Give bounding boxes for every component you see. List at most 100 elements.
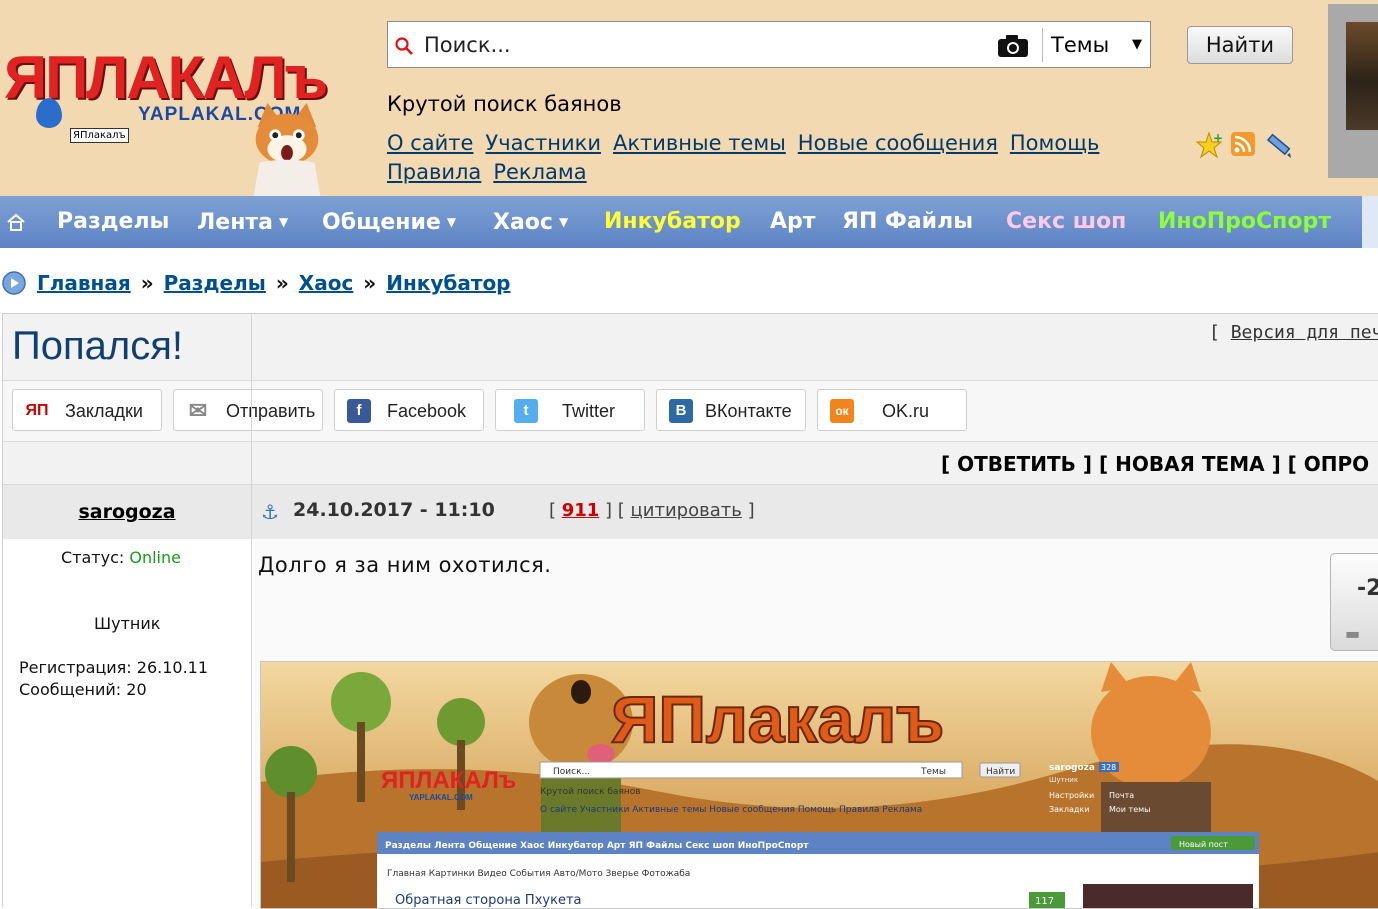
share-twitter-button[interactable]: t Twitter: [495, 389, 645, 431]
share-ok-button[interactable]: ок OK.ru: [817, 389, 967, 431]
play-circle-icon: [2, 271, 26, 295]
crumb-separator: »: [140, 271, 154, 295]
logo-drop-icon: [36, 98, 62, 128]
favorite-star-icon[interactable]: +: [1195, 131, 1224, 163]
search-scope-value: Темы: [1051, 33, 1110, 57]
share-bookmarks-button[interactable]: ЯП Закладки: [12, 389, 162, 431]
embedded-logo-site: YAPLAKAL.COM: [409, 793, 473, 802]
post-image[interactable]: ЯПлакалъ ЯПЛАКАЛъ YAPLAKAL.COM Поиск... …: [260, 661, 1378, 909]
share-bar: ЯП Закладки ✉ Отправить f Facebook t Twi…: [3, 380, 1378, 442]
header-icons: +: [1195, 131, 1296, 163]
crumb-separator: »: [363, 271, 377, 295]
embedded-badge: 117: [1035, 896, 1054, 907]
embedded-tagline: Крутой поиск баянов: [540, 787, 641, 797]
nav-art[interactable]: Арт: [770, 196, 816, 248]
nav-feed[interactable]: Лента ▼: [197, 196, 288, 248]
embedded-find: Найти: [986, 767, 1015, 777]
search-tagline: Крутой поиск баянов: [387, 92, 622, 116]
post-date: 24.10.2017 - 11:10: [293, 499, 495, 521]
search-icon: [395, 37, 413, 55]
author-status: Статус: Online: [61, 548, 181, 567]
author-rank: Шутник: [94, 614, 161, 633]
post-body: Долго я за ним охотился. -2 ▬ ЯПлакалъ Я…: [252, 539, 1378, 909]
nav-social[interactable]: Общение ▼: [322, 196, 456, 248]
embedded-banner: ЯПлакалъ: [611, 682, 944, 756]
topic-block: Попался! [ Версия для печа ЯП Закладки ✉…: [2, 313, 1378, 909]
nav-sections[interactable]: Разделы: [57, 196, 169, 248]
twitter-icon: t: [514, 399, 538, 423]
home-icon[interactable]: [6, 212, 26, 232]
status-online: Online: [129, 548, 181, 567]
chevron-down-icon: ▼: [279, 215, 289, 229]
embedded-user-link: Закладки: [1049, 805, 1089, 814]
nav-shop[interactable]: Секс шоп: [1006, 196, 1126, 248]
edit-pencil-icon[interactable]: [1264, 131, 1294, 163]
rss-icon[interactable]: [1230, 131, 1256, 161]
nav-incubator[interactable]: Инкубатор: [604, 196, 741, 248]
nav-sport[interactable]: ИноПроСпорт: [1158, 196, 1331, 248]
embedded-search-placeholder: Поиск...: [553, 767, 590, 777]
site-logo[interactable]: ЯПЛАКАЛъ YAPLAKAL.COM ЯПлакалъ: [0, 40, 360, 196]
crumb-incubator[interactable]: Инкубатор: [386, 271, 510, 295]
vote-down-button[interactable]: ▬: [1345, 624, 1360, 643]
link-new-messages[interactable]: Новые сообщения: [798, 131, 998, 155]
author-link[interactable]: sarogoza: [78, 501, 175, 523]
crumb-separator: »: [275, 271, 289, 295]
chevron-down-icon: ▼: [558, 215, 569, 229]
chevron-down-icon: ▼: [1132, 37, 1142, 52]
print-bracket: [: [1209, 322, 1231, 343]
search-input[interactable]: [422, 28, 986, 62]
chevron-down-icon: ▼: [446, 215, 457, 229]
crumb-chaos[interactable]: Хаос: [299, 271, 354, 295]
embedded-user-link: Мои темы: [1109, 805, 1150, 814]
topic-actions[interactable]: [ ОТВЕТИТЬ ] [ НОВАЯ ТЕМА ] [ ОПРО: [941, 452, 1369, 476]
ok-icon: ок: [830, 399, 854, 423]
post-rating[interactable]: 911: [562, 500, 600, 521]
top-links: О сайте Участники Активные темы Новые сообщ…: [387, 129, 1187, 187]
post-text: Долго я за ним охотился.: [258, 553, 552, 577]
yap-bookmark-icon: ЯП: [25, 399, 49, 423]
link-help[interactable]: Помощь: [1010, 131, 1100, 155]
author-panel: Статус: Online Шутник Регистрация: 26.10…: [3, 539, 251, 907]
camera-icon[interactable]: [996, 34, 1030, 58]
nav-files[interactable]: ЯП Файлы: [842, 196, 973, 248]
embedded-search-scope: Темы: [920, 767, 946, 777]
embedded-user-count: 328: [1101, 763, 1116, 772]
share-vk-button[interactable]: В ВКонтакте: [656, 389, 806, 431]
cat-mascot-icon: [253, 102, 321, 196]
logo-caption: ЯПлакалъ: [70, 128, 129, 143]
search-box: Темы ▼: [387, 21, 1151, 68]
find-button[interactable]: Найти: [1187, 26, 1293, 64]
link-ads[interactable]: Реклама: [493, 160, 586, 184]
vote-box: -2 ▬: [1330, 553, 1378, 651]
vk-icon: В: [669, 399, 693, 423]
embedded-user-rank: Шутник: [1049, 776, 1078, 784]
link-members[interactable]: Участники: [485, 131, 601, 155]
embedded-tabs: Главная Картинки Видео События Авто/Мото…: [387, 869, 690, 879]
crumb-sections[interactable]: Разделы: [164, 271, 266, 295]
main-nav: Разделы Лента ▼ Общение ▼ Хаос ▼ Инкубатор …: [0, 196, 1378, 248]
nav-chaos[interactable]: Хаос ▼: [493, 196, 568, 248]
post-author: sarogoza: [3, 485, 251, 539]
crumb-home[interactable]: Главная: [37, 271, 131, 295]
link-about[interactable]: О сайте: [387, 131, 473, 155]
promo-thumbnail[interactable]: [1328, 4, 1378, 178]
vote-value: -2: [1357, 576, 1378, 601]
share-send-button[interactable]: ✉ Отправить: [173, 389, 323, 431]
link-rules[interactable]: Правила: [387, 160, 481, 184]
print-version-link[interactable]: Версия для печа: [1231, 322, 1378, 343]
embedded-user-link: Настройки: [1049, 791, 1094, 800]
share-facebook-button[interactable]: f Facebook: [334, 389, 484, 431]
embedded-links: О сайте Участники Активные темы Новые со…: [540, 805, 922, 815]
facebook-icon: f: [347, 399, 371, 423]
quote-link[interactable]: цитировать: [631, 500, 742, 521]
breadcrumb-links: Главная » Разделы » Хаос » Инкубатор: [37, 268, 511, 298]
link-active-topics[interactable]: Активные темы: [613, 131, 786, 155]
promo-image: [1346, 22, 1378, 130]
embedded-nav: Разделы Лента Общение Хаос Инкубатор Арт…: [385, 840, 809, 851]
embedded-user: sarogoza: [1049, 763, 1095, 773]
envelope-icon: ✉: [186, 399, 210, 423]
anchor-icon[interactable]: ⚓: [261, 500, 281, 524]
search-scope-select[interactable]: Темы ▼: [1042, 28, 1148, 62]
svg-text:+: +: [1213, 131, 1223, 145]
